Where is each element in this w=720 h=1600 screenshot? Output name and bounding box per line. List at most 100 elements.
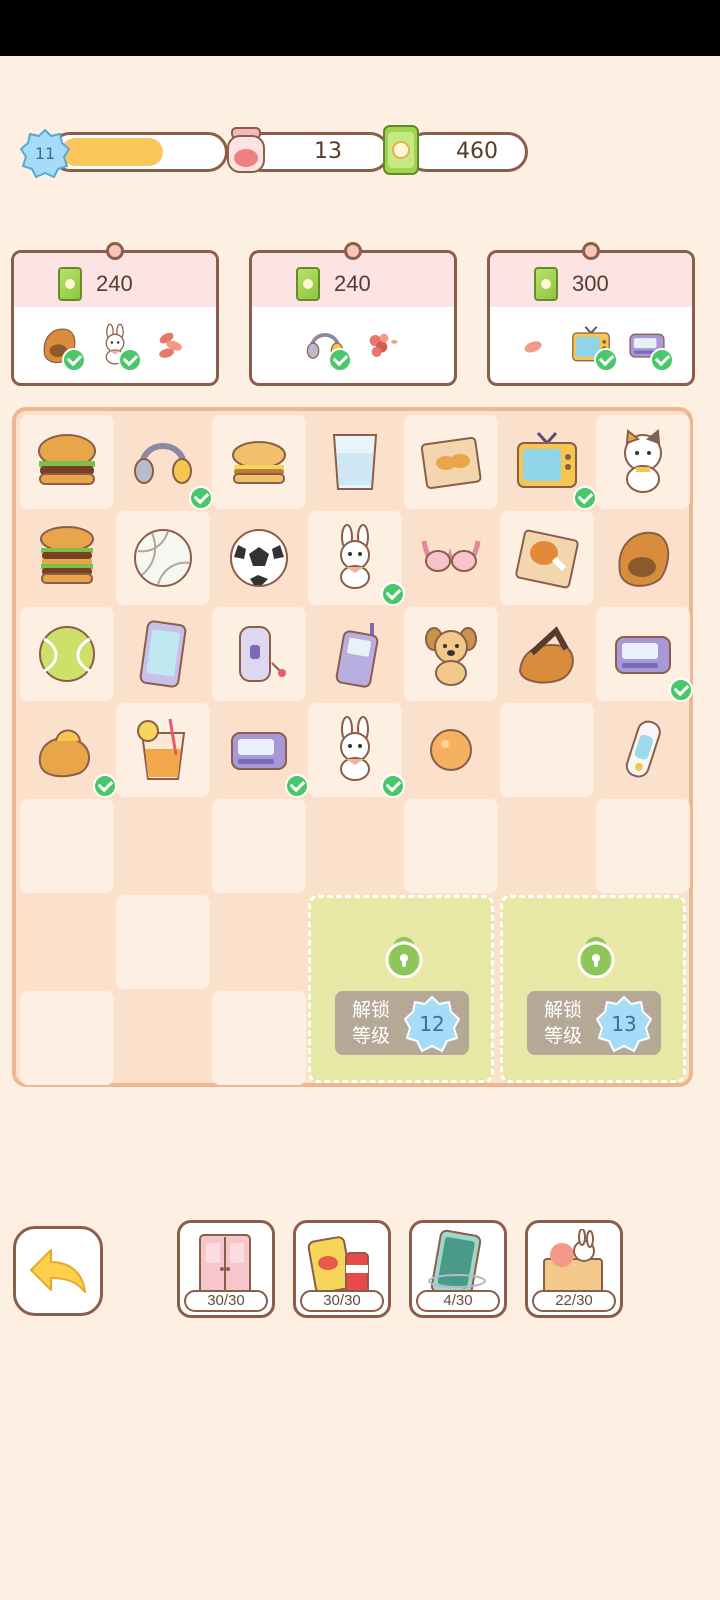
level-progress: 11 <box>20 128 228 178</box>
board-cell[interactable] <box>212 799 306 893</box>
flowers-icon <box>356 320 406 370</box>
back-button[interactable] <box>13 1226 103 1316</box>
board-cell[interactable] <box>212 895 306 989</box>
storage-box[interactable]: 4/30 <box>409 1220 507 1318</box>
board-cell[interactable] <box>500 799 594 893</box>
order-reward: 240 <box>58 267 133 301</box>
board-cell[interactable] <box>20 703 117 798</box>
board-cell[interactable] <box>116 991 210 1085</box>
board-cell[interactable] <box>212 511 306 605</box>
level-number: 11 <box>35 144 55 163</box>
board-cell[interactable] <box>116 799 210 893</box>
board-cell[interactable] <box>116 415 213 510</box>
dog-plush-icon[interactable] <box>413 616 489 692</box>
order-header: 240 <box>14 253 216 307</box>
volleyball-icon[interactable] <box>125 520 201 596</box>
sandal-icon[interactable] <box>509 616 585 692</box>
board-cell[interactable] <box>20 415 114 509</box>
slipper-pair-icon[interactable] <box>29 712 117 798</box>
soccer-ball-icon[interactable] <box>221 520 297 596</box>
board-cell[interactable] <box>404 607 498 701</box>
board-cell[interactable] <box>116 607 210 701</box>
slipper-icon[interactable] <box>605 520 681 596</box>
board-cell[interactable] <box>500 415 597 510</box>
board-cell[interactable] <box>308 607 402 701</box>
cat-plush-icon[interactable] <box>605 424 681 500</box>
juice-icon[interactable] <box>125 712 201 788</box>
locked-area[interactable]: 解锁 等级 12 <box>308 895 494 1083</box>
bunny-plush-icon <box>90 320 142 372</box>
board-cell[interactable] <box>116 895 210 989</box>
board-cell[interactable] <box>212 415 306 509</box>
glass-icon[interactable] <box>317 424 393 500</box>
order-card[interactable]: 300 <box>487 242 695 386</box>
board-cell[interactable] <box>596 607 693 702</box>
double-burger-icon[interactable] <box>29 520 105 596</box>
completed-check-icon <box>118 348 142 372</box>
stamina-counter[interactable]: 13 <box>222 127 390 174</box>
order-card[interactable]: 240 <box>249 242 457 386</box>
headphones-icon <box>300 320 352 372</box>
board-cell[interactable] <box>500 511 594 605</box>
cheeseburger-icon[interactable] <box>221 424 297 500</box>
storage-count: 30/30 <box>184 1290 268 1312</box>
cash-value: 460 <box>456 139 498 164</box>
cash-counter[interactable]: 460 <box>380 125 530 175</box>
level-badge-icon: 11 <box>20 128 70 178</box>
pager-icon[interactable] <box>605 616 693 702</box>
cash-icon <box>534 267 558 301</box>
locked-area[interactable]: 解锁 等级 13 <box>500 895 686 1083</box>
usb-drive-icon[interactable] <box>605 712 681 788</box>
board-cell[interactable] <box>308 415 402 509</box>
stamina-jar-icon <box>227 127 265 173</box>
order-items <box>490 313 692 377</box>
orange-ball-icon[interactable] <box>413 712 489 788</box>
cash-icon <box>58 267 82 301</box>
cell-phone-icon[interactable] <box>317 616 393 692</box>
bunny-plush-icon[interactable] <box>317 520 405 606</box>
board-cell[interactable] <box>116 703 210 797</box>
drumstick-box-icon[interactable] <box>509 520 585 596</box>
board-cell[interactable] <box>308 511 405 606</box>
board-cell[interactable] <box>20 991 114 1085</box>
board-cell[interactable] <box>20 511 114 605</box>
bunny-plush-icon[interactable] <box>317 712 405 798</box>
board-cell[interactable] <box>308 703 405 798</box>
headphones-icon[interactable] <box>125 424 213 510</box>
order-reward-value: 240 <box>334 271 371 296</box>
board-cell[interactable] <box>404 799 498 893</box>
tennis-ball-icon[interactable] <box>29 616 105 692</box>
order-reward-value: 300 <box>572 271 609 296</box>
lock-icon <box>385 937 423 978</box>
tv-icon[interactable] <box>509 424 597 510</box>
order-card[interactable]: 240 <box>11 242 219 386</box>
smartphone-icon[interactable] <box>125 616 201 692</box>
board-cell[interactable] <box>500 607 594 701</box>
fries-box-icon[interactable] <box>413 424 489 500</box>
storage-box[interactable]: 22/30 <box>525 1220 623 1318</box>
board-cell[interactable] <box>596 703 690 797</box>
storage-box[interactable]: 30/30 <box>177 1220 275 1318</box>
board-cell[interactable] <box>308 799 402 893</box>
board-cell[interactable] <box>596 799 690 893</box>
flip-phone-icon[interactable] <box>221 616 297 692</box>
unlock-level-tag: 解锁 等级 13 <box>527 991 661 1055</box>
board-cell[interactable] <box>212 607 306 701</box>
board-cell[interactable] <box>404 703 498 797</box>
pager-icon[interactable] <box>221 712 309 798</box>
board-cell[interactable] <box>20 799 114 893</box>
board-cell[interactable] <box>596 511 690 605</box>
order-reward: 300 <box>534 267 609 301</box>
storage-box[interactable]: 30/30 <box>293 1220 391 1318</box>
board-cell[interactable] <box>20 895 114 989</box>
board-cell[interactable] <box>500 703 594 797</box>
board-cell[interactable] <box>404 415 498 509</box>
burger-icon[interactable] <box>29 424 105 500</box>
bra-icon[interactable] <box>413 520 489 596</box>
board-cell[interactable] <box>212 991 306 1085</box>
board-cell[interactable] <box>212 703 309 798</box>
board-cell[interactable] <box>404 511 498 605</box>
board-cell[interactable] <box>116 511 210 605</box>
board-cell[interactable] <box>596 415 690 509</box>
board-cell[interactable] <box>20 607 114 701</box>
